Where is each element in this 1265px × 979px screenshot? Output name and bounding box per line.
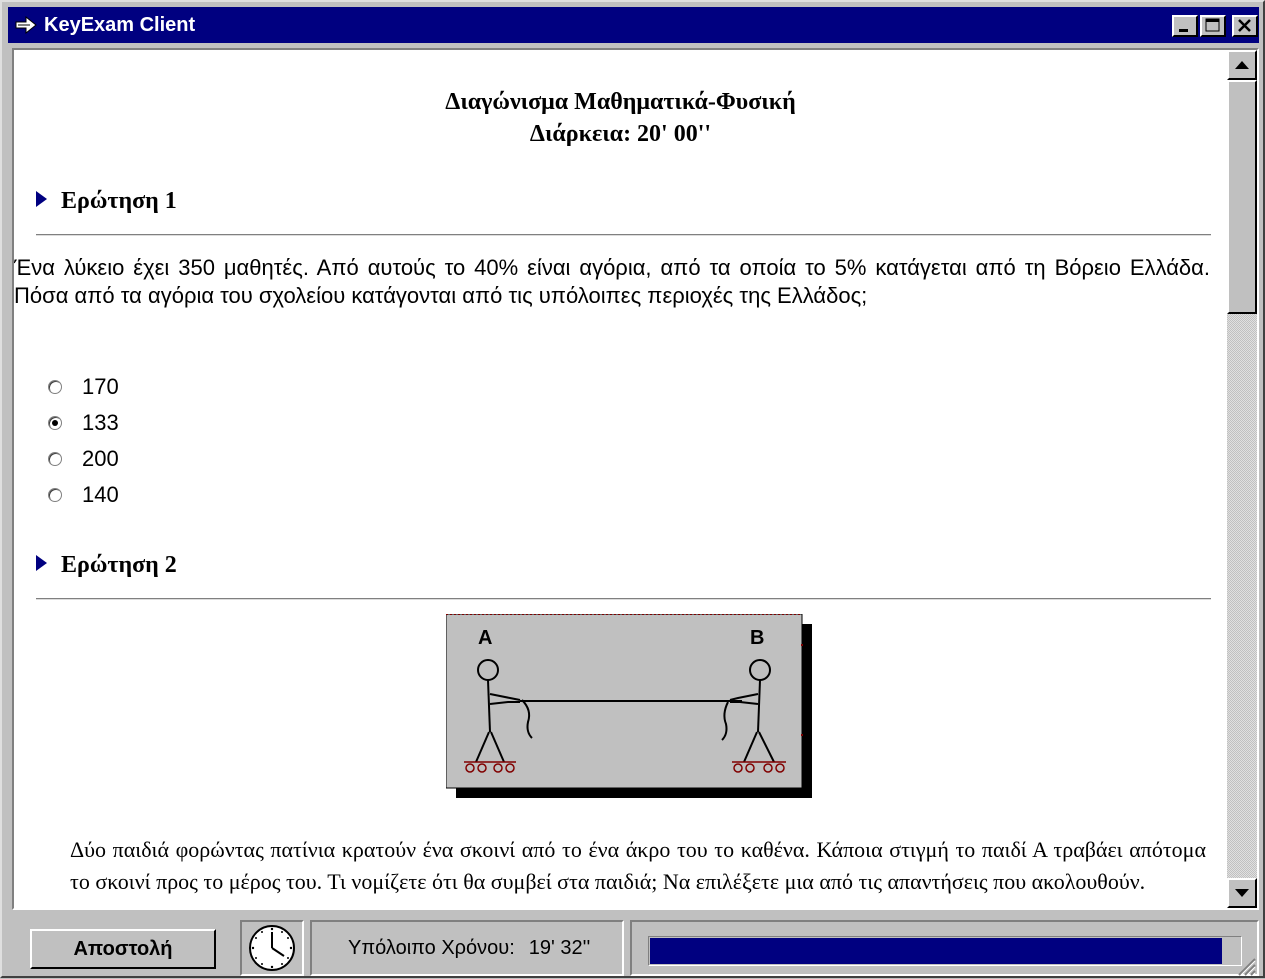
scroll-thumb[interactable] [1227,80,1257,314]
answer-option[interactable]: 133 [48,408,119,438]
answer-option-label: 140 [82,482,119,507]
remaining-time-label: Υπόλοιπο Χρόνου: [348,936,515,959]
radio-button-selected[interactable] [48,416,62,430]
answer-option-label: 170 [82,374,119,399]
triangle-bullet-icon [36,555,47,571]
triangle-bullet-icon [36,191,47,207]
arrow-up-icon [1235,61,1249,69]
minimize-icon [1179,29,1188,32]
question-2-heading: Ερώτηση 2 [36,552,177,579]
radio-button[interactable] [48,452,62,466]
answer-option[interactable]: 140 [48,480,119,510]
time-progress-fill [650,938,1222,964]
answer-option-label: 200 [82,446,119,471]
radio-button[interactable] [48,488,62,502]
question-1-text: Ένα λύκειο έχει 350 μαθητές. Από αυτούς … [14,255,1210,308]
arrow-app-icon [15,15,37,35]
send-button[interactable]: Αποστολή [30,929,216,969]
exam-duration: Διάρκεια: 20' 00'' [529,121,712,147]
person-b-label: B [750,627,764,649]
person-a-label: A [478,627,492,649]
question-2-text: Δύο παιδιά φορώντας πατίνια κρατούν ένα … [70,837,1206,894]
scroll-down-button[interactable] [1227,878,1257,908]
question-1-heading-text: Ερώτηση 1 [61,188,177,214]
remaining-time-value: 19' 32'' [528,936,591,959]
maximize-icon [1205,18,1220,32]
question-1-heading: Ερώτηση 1 [36,188,177,215]
minimize-button[interactable] [1172,15,1198,37]
answer-option-label: 133 [82,410,119,435]
arrow-down-icon [1235,889,1249,897]
exam-header: Διαγώνισμα Μαθηματικά-Φυσική Διάρκεια: 2… [14,86,1227,150]
answer-option[interactable]: 200 [48,444,119,474]
resize-grip-icon[interactable] [1234,954,1256,976]
progress-panel [630,920,1259,976]
time-progress-bar [648,936,1242,966]
question-2-heading-text: Ερώτηση 2 [61,552,177,578]
maximize-button[interactable] [1200,15,1226,37]
vertical-scrollbar[interactable] [1227,50,1257,908]
divider [36,234,1211,236]
answer-option[interactable]: 170 [48,372,119,402]
divider [36,598,1211,600]
clock-panel [240,920,304,976]
remaining-time-panel: Υπόλοιπο Χρόνου: 19' 32'' [310,920,624,976]
close-icon [1238,19,1251,32]
scroll-up-button[interactable] [1227,50,1257,80]
close-button[interactable] [1232,15,1258,37]
clock-icon [249,925,295,971]
radio-button[interactable] [48,380,62,394]
app-window: KeyExam Client Διαγώνισμα Μαθηματικά-Φυσ… [0,0,1265,978]
status-bar: Αποστολή Υπόλοιπο Χρόνου: 19' 32'' [8,914,1259,976]
exam-content[interactable]: Διαγώνισμα Μαθηματικά-Φυσική Διάρκεια: 2… [14,50,1227,908]
exam-title: Διαγώνισμα Μαθηματικά-Φυσική [445,89,796,115]
tug-rope-figure: A B [446,614,812,798]
title-bar[interactable]: KeyExam Client [8,7,1259,43]
window-title: KeyExam Client [44,14,196,36]
